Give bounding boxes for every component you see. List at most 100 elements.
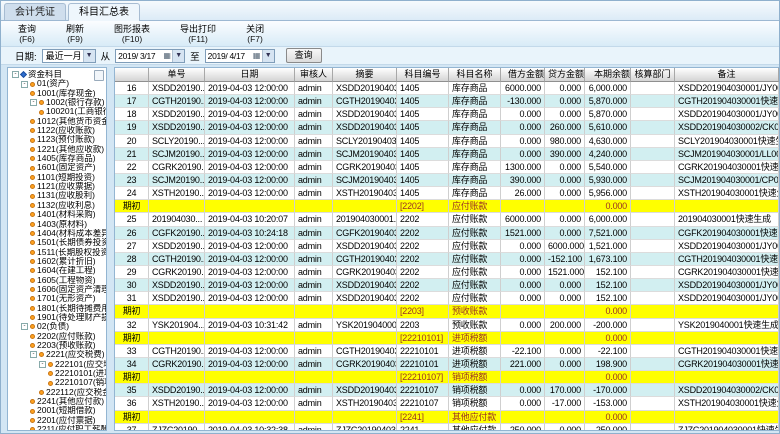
tree-item[interactable]: - 01(资产) [8,79,106,88]
table-row[interactable]: 23 SCJM20190... 2019-04-03 12:00:00 admi… [115,174,779,187]
expander-icon[interactable]: - [21,81,28,88]
tree-item[interactable]: - 1605(工程物资) [8,276,106,285]
date-to-picker[interactable]: 2019/ 4/17 ▦ ▼ [205,49,275,63]
expander-icon[interactable]: - [21,323,28,330]
table-row[interactable]: 期初 [22210107] 销项税额 0.000 [115,371,779,384]
table-row[interactable]: 24 XSTH20190... 2019-04-03 12:00:00 admi… [115,187,779,200]
tree-item[interactable]: - 2202(应付账款) [8,332,106,341]
table-row[interactable]: 21 SCJM20190... 2019-04-03 12:00:00 admi… [115,148,779,161]
tree-item[interactable]: - 02(负债) [8,322,106,331]
column-header[interactable]: 日期 [205,68,295,82]
tree-item[interactable]: - 1604(在建工程) [8,266,106,275]
expander-icon[interactable]: - [30,99,37,106]
splitter[interactable] [107,67,114,431]
table-row[interactable]: 33 CGTH20190... 2019-04-03 12:00:00 admi… [115,345,779,358]
column-header[interactable]: 本期余额 [585,68,631,82]
tree-item[interactable]: - 100201(工商银行) [8,107,106,116]
panel-toggle-icon[interactable] [94,70,104,81]
date-range-select[interactable]: 最近一月 ▼ [42,49,96,63]
tree-item[interactable]: - 1601(固定资产) [8,163,106,172]
table-row[interactable]: 34 CGRK20190... 2019-04-03 12:00:00 admi… [115,358,779,371]
tree-item[interactable]: - 2203(预收账款) [8,341,106,350]
chevron-down-icon[interactable]: ▼ [262,50,274,62]
column-header[interactable]: 贷方金额 [545,68,585,82]
tree-item[interactable]: - 222101(应交增值税) [8,360,106,369]
table-row[interactable]: 31 XSDD20190... 2019-04-03 12:00:00 admi… [115,292,779,305]
tree-item[interactable]: - 1602(累计折旧) [8,257,106,266]
table-row[interactable]: 27 XSDD20190... 2019-04-03 12:00:00 admi… [115,240,779,253]
table-row[interactable]: 30 XSDD20190... 2019-04-03 12:00:00 admi… [115,279,779,292]
table-row[interactable]: 22 CGRK20190... 2019-04-03 12:00:00 admi… [115,161,779,174]
tree-item[interactable]: - 1405(库存商品) [8,154,106,163]
tree-item[interactable]: - 1101(短期投资) [8,173,106,182]
tab[interactable]: 科目汇总表 [68,3,140,21]
chevron-down-icon[interactable]: ▼ [172,50,184,62]
tree-item[interactable]: - 1511(长期股权投资) [8,248,106,257]
tree-item[interactable]: - 22210107(销项税额) [8,378,106,387]
tree-item[interactable]: - 1606(固定资产清理) [8,285,106,294]
table-row[interactable]: 19 XSDD20190... 2019-04-03 12:00:00 admi… [115,121,779,134]
column-header[interactable]: 摘要 [333,68,397,82]
table-row[interactable]: 32 YSK201904... 2019-04-03 10:31:42 admi… [115,319,779,332]
tree-item[interactable]: - 2201(应付票据) [8,416,106,425]
tree-item[interactable]: - 1701(无形资产) [8,294,106,303]
tree-item[interactable]: - 1404(材料成本差异) [8,229,106,238]
table-row[interactable]: 20 SCLY20190... 2019-04-03 12:00:00 admi… [115,135,779,148]
tree-item[interactable]: - 222112(应交税金) [8,388,106,397]
tree-item[interactable]: - 1131(应收股利) [8,191,106,200]
column-header[interactable]: 借方金额 [501,68,545,82]
table-row[interactable]: 期初 [2202] 应付账款 0.000 [115,200,779,213]
table-row[interactable]: 36 XSTH20190... 2019-04-03 12:00:00 admi… [115,397,779,410]
column-header[interactable] [115,68,149,82]
toolbar-button[interactable]: 刷新 (F9) [61,22,89,46]
toolbar-button[interactable]: 查询 (F6) [13,22,41,46]
toolbar-button[interactable]: 图形报表 (F10) [109,22,155,46]
chevron-down-icon[interactable]: ▼ [83,50,95,62]
table-row[interactable]: 期初 [22210101] 进项税额 0.000 [115,332,779,345]
tree-item[interactable]: - 2211(应付职工薪酬) [8,425,106,431]
table-row[interactable]: 25 201904030... 2019-04-03 10:20:07 admi… [115,213,779,226]
table-row[interactable]: 期初 [2241] 其他应付款 0.000 [115,411,779,424]
column-header[interactable]: 单号 [149,68,205,82]
tree-item[interactable]: - 1132(应收利息) [8,201,106,210]
toolbar-button[interactable]: 关闭 (F7) [241,22,269,46]
tree-item[interactable]: - 1123(预付账款) [8,135,106,144]
table-row[interactable]: 16 XSDD20190... 2019-04-03 12:00:00 admi… [115,82,779,95]
tree-item[interactable]: - 1403(原材料) [8,220,106,229]
table-row[interactable]: 26 CGFK20190... 2019-04-03 10:24:18 admi… [115,227,779,240]
tree-item[interactable]: - 1122(应收账款) [8,126,106,135]
tree-item[interactable]: - 1401(材料采购) [8,210,106,219]
tree-item[interactable]: - 2001(短期借款) [8,406,106,415]
tree-item[interactable]: - 22210101(进项税额) [8,369,106,378]
tree-item[interactable]: - 1901(待处理财产损溢) [8,313,106,322]
expander-icon[interactable]: - [30,351,37,358]
toolbar-button[interactable]: 导出打印 (F11) [175,22,221,46]
table-row[interactable]: 35 XSDD20190... 2019-04-03 12:00:00 admi… [115,384,779,397]
column-header[interactable]: 科目编号 [397,68,449,82]
tree-item[interactable]: - 1801(长期待摊费用) [8,304,106,313]
expander-icon[interactable]: - [39,361,46,368]
table-row[interactable]: 28 CGTH20190... 2019-04-03 12:00:00 admi… [115,253,779,266]
tree-item[interactable]: - 1002(银行存款) [8,98,106,107]
table-row[interactable]: 17 CGTH20190... 2019-04-03 12:00:00 admi… [115,95,779,108]
tree-item[interactable]: - 1221(其他应收款) [8,145,106,154]
tree-item[interactable]: - 2241(其他应付款) [8,397,106,406]
tab[interactable]: 会计凭证 [4,3,66,20]
tree-item[interactable]: - 1012(其他货币资金) [8,117,106,126]
table-row[interactable]: 18 XSDD20190... 2019-04-03 12:00:00 admi… [115,108,779,121]
column-header[interactable]: 核算部门 [631,68,675,82]
date-from-picker[interactable]: 2019/ 3/17 ▦ ▼ [115,49,185,63]
tree-item[interactable]: - 1001(库存现金) [8,89,106,98]
column-header[interactable]: 审核人 [295,68,333,82]
column-header[interactable]: 备注 [675,68,779,82]
table-row[interactable]: 期初 [2203] 预收账款 0.000 [115,305,779,318]
tree-item[interactable]: - 2221(应交税费) [8,350,106,359]
table-row[interactable]: 29 CGRK20190... 2019-04-03 12:00:00 admi… [115,266,779,279]
query-button[interactable]: 查询 [286,48,322,63]
column-header[interactable]: 科目名称 [449,68,501,82]
table-row[interactable]: 37 ZJZC20190... 2019-04-03 10:32:38 admi… [115,424,779,430]
expander-icon[interactable]: - [12,71,19,78]
tree-item[interactable]: - 1501(长期债券投资) [8,238,106,247]
tree-item[interactable]: - 1121(应收票据) [8,182,106,191]
tree-item[interactable]: - 资金科目 [8,70,106,79]
